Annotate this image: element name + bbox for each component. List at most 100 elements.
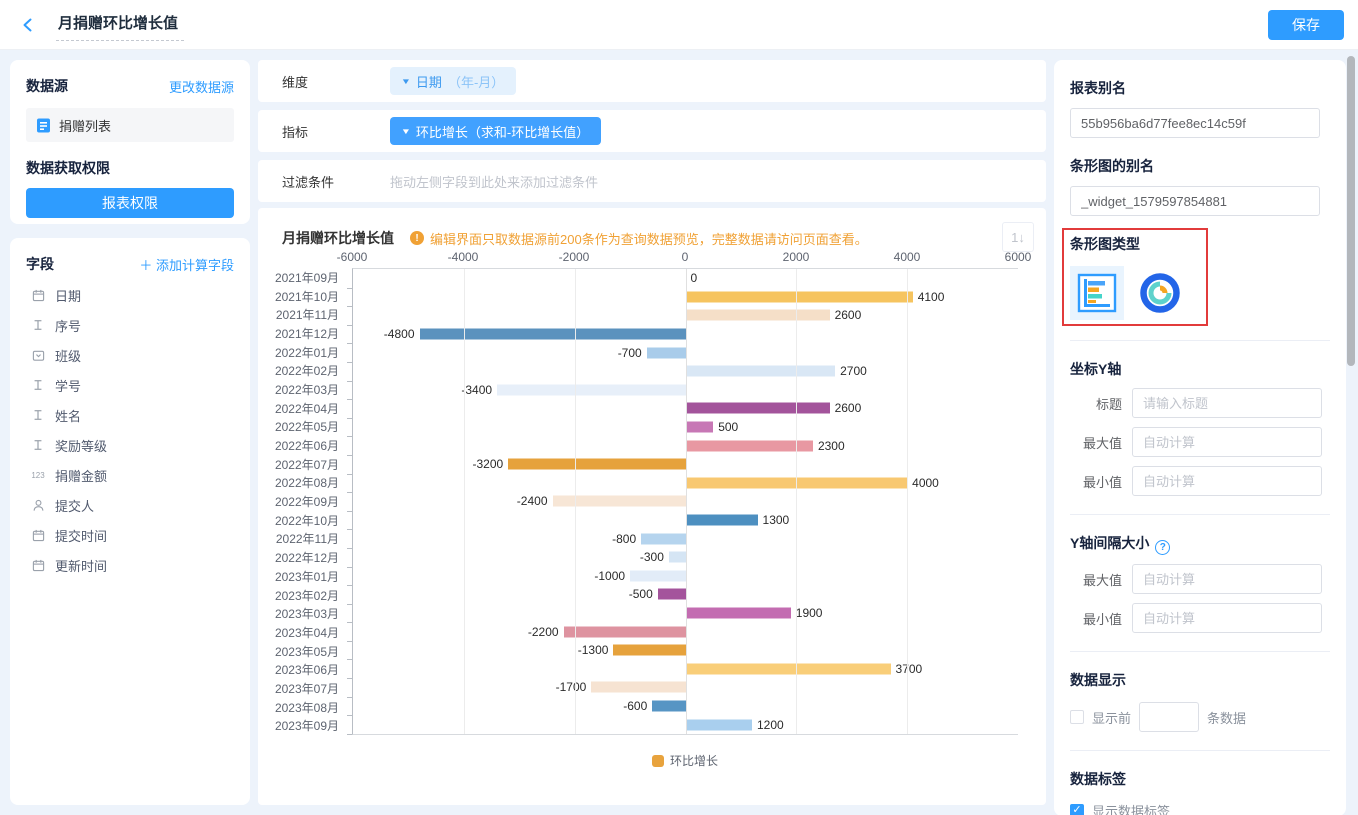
select-icon (30, 349, 46, 362)
data-label-title: 数据标签 (1070, 769, 1330, 789)
form-doc-icon (36, 118, 51, 133)
gridline (907, 269, 908, 734)
bar (647, 347, 686, 358)
y-interval-row-input[interactable] (1132, 603, 1322, 633)
back-button[interactable] (14, 11, 42, 39)
x-tick-label: 6000 (1005, 250, 1032, 264)
category-label: 2021年09月 (258, 268, 346, 287)
number-icon: 123 (30, 471, 46, 480)
metric-pill[interactable]: ▼ 环比增长（求和-环比增长值） (390, 117, 601, 145)
field-item-label: 班级 (55, 346, 81, 365)
category-label: 2023年01月 (258, 567, 346, 586)
y-axis-row: 标题 (1070, 388, 1330, 418)
divider (1070, 750, 1330, 751)
category-label: 2023年06月 (258, 660, 346, 679)
radial-chart-type-icon (1139, 272, 1181, 314)
field-item[interactable]: 提交人 (26, 490, 234, 520)
field-item[interactable]: 姓名 (26, 400, 234, 430)
calendar-icon (30, 529, 46, 542)
field-item-label: 序号 (55, 316, 81, 335)
save-button[interactable]: 保存 (1268, 10, 1344, 40)
bar-value-label: 1300 (763, 513, 790, 527)
vertical-scrollbar-thumb[interactable] (1347, 56, 1355, 366)
bar (641, 533, 685, 544)
category-label: 2022年06月 (258, 436, 346, 455)
bar (553, 496, 686, 507)
field-item-label: 奖励等级 (55, 436, 107, 455)
report-alias-label: 报表别名 (1070, 78, 1330, 98)
fields-title: 字段 (26, 254, 54, 274)
field-item[interactable]: 更新时间 (26, 550, 234, 580)
bar (669, 552, 686, 563)
filter-row[interactable]: 过滤条件 拖动左侧字段到此处来添加过滤条件 (258, 160, 1046, 202)
bar-value-label: 1900 (796, 606, 823, 620)
plus-icon: ＋ (139, 258, 152, 273)
dimension-pill[interactable]: ▼ 日期（年-月） (390, 67, 516, 95)
bar-value-label: 2700 (840, 364, 867, 378)
bar-value-label: -1300 (578, 643, 609, 657)
divider (1070, 514, 1330, 515)
field-item[interactable]: 序号 (26, 310, 234, 340)
dimension-row: 维度 ▼ 日期（年-月） (258, 60, 1046, 102)
widget-alias-input[interactable] (1070, 186, 1320, 216)
y-interval-row: 最小值 (1070, 603, 1330, 633)
field-item-label: 姓名 (55, 406, 81, 425)
bar-value-label: -800 (612, 532, 636, 546)
y-axis-row-input[interactable] (1132, 388, 1322, 418)
chevron-left-icon (20, 17, 36, 33)
x-tick-label: -6000 (337, 250, 368, 264)
permission-title: 数据获取权限 (26, 158, 234, 178)
show-data-label-text: 显示数据标签 (1092, 801, 1170, 815)
add-calc-field-link[interactable]: ＋ 添加计算字段 (139, 255, 234, 274)
bar (508, 459, 685, 470)
legend-label[interactable]: 环比增长 (670, 752, 718, 769)
category-label: 2023年07月 (258, 679, 346, 698)
category-label: 2021年11月 (258, 305, 346, 324)
page-title[interactable]: 月捐赠环比增长值 (56, 8, 184, 41)
caret-down-icon: ▼ (401, 127, 411, 136)
y-axis-settings: 标题最大值最小值 (1070, 388, 1330, 496)
datasource-item[interactable]: 捐赠列表 (26, 108, 234, 142)
bar-value-label: -1000 (594, 569, 625, 583)
field-item[interactable]: 日期 (26, 280, 234, 310)
field-item[interactable]: 提交时间 (26, 520, 234, 550)
datasource-panel: 数据源 更改数据源 捐赠列表 数据获取权限 报表权限 (10, 60, 250, 224)
field-list: 日期序号班级学号姓名奖励等级 123 捐赠金额提交人提交时间更新时间 (26, 280, 234, 580)
y-interval-row-input[interactable] (1132, 564, 1322, 594)
y-interval-row-label: 最小值 (1070, 609, 1122, 628)
help-icon[interactable]: ? (1155, 540, 1170, 555)
category-axis-labels: 2021年09月2021年10月2021年11月2021年12月2022年01月… (258, 268, 346, 735)
change-datasource-link[interactable]: 更改数据源 (169, 77, 234, 96)
category-label: 2022年05月 (258, 418, 346, 437)
y-axis-title: 坐标Y轴 (1070, 359, 1330, 379)
chart-type-radial-option[interactable] (1138, 271, 1182, 315)
category-label: 2022年09月 (258, 492, 346, 511)
fields-panel: 字段 ＋ 添加计算字段 日期序号班级学号姓名奖励等级 123 捐赠金额提交人提交时间… (10, 238, 250, 805)
field-item-label: 日期 (55, 286, 81, 305)
bar (564, 626, 686, 637)
report-permission-button[interactable]: 报表权限 (26, 188, 234, 218)
field-item[interactable]: 班级 (26, 340, 234, 370)
show-top-count-input[interactable] (1139, 702, 1199, 732)
chart-type-bar-option[interactable] (1070, 266, 1124, 320)
data-display-row: 显示前 条数据 (1070, 702, 1330, 732)
show-data-label-checkbox[interactable]: ✓ (1070, 804, 1084, 815)
bar (686, 663, 891, 674)
y-axis-row-input[interactable] (1132, 427, 1322, 457)
bar-value-label: 2600 (835, 401, 862, 415)
report-alias-input[interactable] (1070, 108, 1320, 138)
y-axis-row-input[interactable] (1132, 466, 1322, 496)
field-item-label: 捐赠金额 (55, 466, 107, 485)
bar (686, 607, 791, 618)
bar-value-label: 2300 (818, 439, 845, 453)
bar (613, 645, 685, 656)
field-item[interactable]: 学号 (26, 370, 234, 400)
sort-button[interactable]: 1↓ (1002, 222, 1034, 252)
field-item[interactable]: 奖励等级 (26, 430, 234, 460)
show-top-checkbox[interactable] (1070, 710, 1084, 724)
category-label: 2023年09月 (258, 717, 346, 736)
x-tick-label: -4000 (448, 250, 479, 264)
field-item[interactable]: 123 捐赠金额 (26, 460, 234, 490)
show-top-suffix: 条数据 (1207, 708, 1246, 727)
warning-text: 编辑界面只取数据源前200条作为查询数据预览，完整数据请访问页面查看。 (430, 229, 868, 248)
